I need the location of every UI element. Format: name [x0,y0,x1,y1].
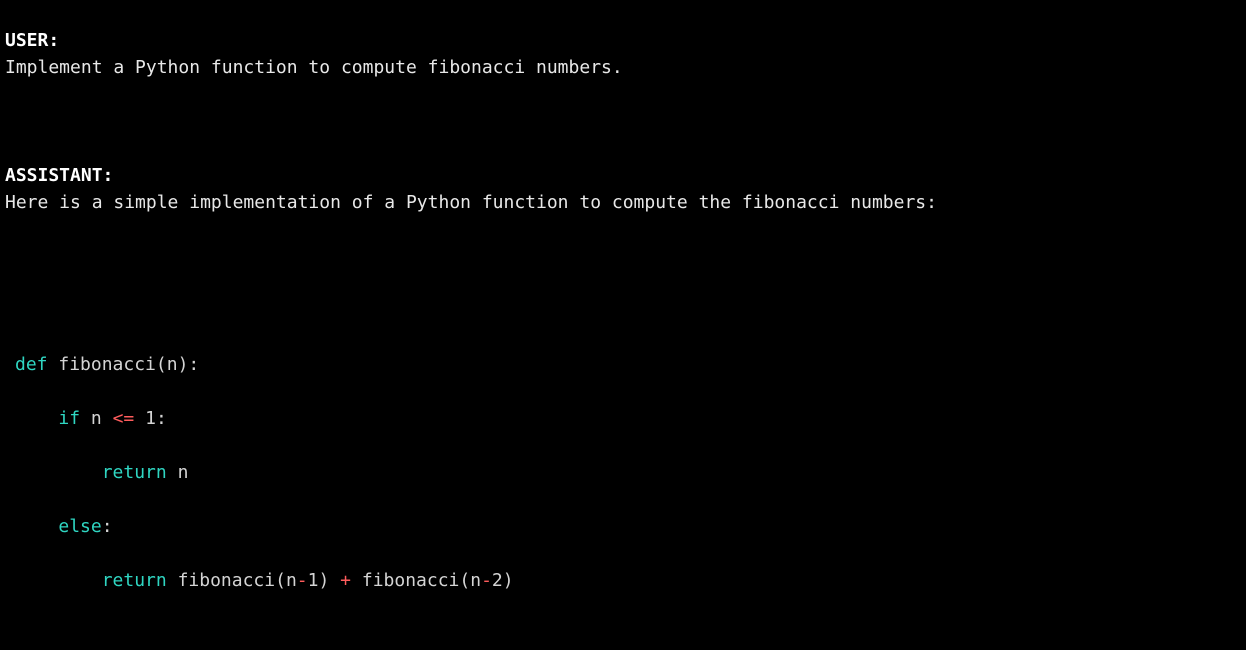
speaker-label-user: USER: [5,27,1241,54]
assistant-message-intro: Here is a simple implementation of a Pyt… [5,189,1241,216]
blank-line [5,297,1241,324]
conversation-transcript: USER:Implement a Python function to comp… [0,0,1246,650]
user-message: Implement a Python function to compute f… [5,54,1241,81]
code-line-def: def fibonacci(n): [5,351,1241,378]
speaker-label-assistant: ASSISTANT: [5,162,1241,189]
blank-line [5,621,1241,648]
code-line-if: if n <= 1: [5,405,1241,432]
code-line-else: else: [5,513,1241,540]
code-line-return-n: return n [5,459,1241,486]
blank-line [5,243,1241,270]
code-line-return-rec: return fibonacci(n-1) + fibonacci(n-2) [5,567,1241,594]
blank-line [5,108,1241,135]
